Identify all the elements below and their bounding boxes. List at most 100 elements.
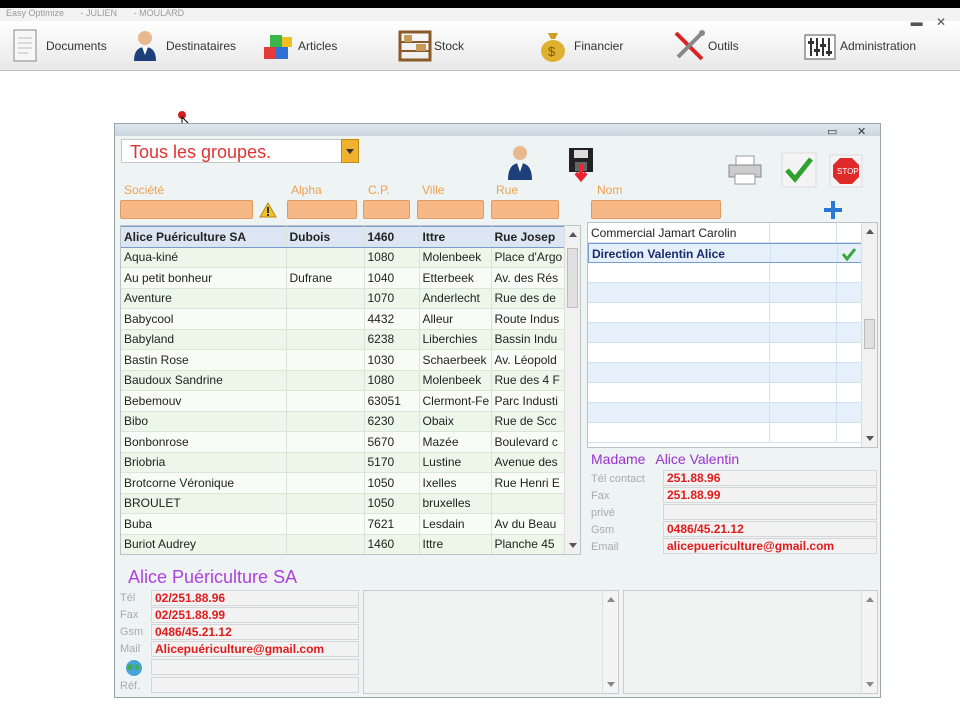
table-row[interactable]: BROULET 1050 bruxelles — [121, 493, 565, 514]
company-gsm-label: Gsm — [120, 626, 144, 638]
table-row[interactable]: Bonbonrose 5670 Mazée Boulevard c — [121, 431, 565, 453]
globe-icon[interactable] — [124, 659, 144, 682]
empty-row[interactable] — [588, 303, 877, 323]
table-row[interactable]: Bastin Rose 1030 Schaerbeek Av. Léopold — [121, 349, 565, 371]
scroll-down-icon[interactable] — [866, 436, 874, 441]
contact-email-field[interactable]: alicepuericulture@gmail.com — [663, 538, 877, 554]
filter-input-ville[interactable] — [417, 200, 484, 219]
company-grid-scrollbar[interactable] — [564, 226, 580, 554]
empty-row[interactable] — [588, 263, 877, 283]
memo-scrollbar[interactable] — [861, 591, 877, 693]
contact-prive-label: privé — [591, 507, 615, 519]
menu-documents[interactable]: Documents — [10, 25, 107, 67]
contact-fullname: Alice Valentin — [655, 451, 740, 467]
empty-row[interactable] — [588, 323, 877, 343]
company-table: Alice Puériculture SA Dubois 1460 Ittre Rue … — [121, 226, 565, 554]
cell-societe: Bibo — [121, 411, 287, 432]
cell-societe: Bebemouv — [121, 390, 287, 412]
empty-row[interactable] — [588, 403, 877, 423]
table-row[interactable]: Alice Puériculture SA Dubois 1460 Ittre Rue … — [121, 226, 565, 248]
column-divider — [836, 403, 837, 422]
menu-stock[interactable]: Stock — [398, 25, 464, 67]
stop-icon[interactable]: STOP — [829, 154, 863, 193]
scroll-thumb[interactable] — [567, 248, 578, 308]
scroll-down-icon[interactable] — [866, 682, 874, 687]
contact-fax-field[interactable]: 251.88.99 — [663, 487, 877, 503]
contact-row[interactable]: Commercial Jamart Carolin — [588, 223, 877, 243]
person-icon — [130, 29, 160, 63]
menu-destinataires[interactable]: Destinataires — [130, 25, 236, 67]
table-row[interactable]: Babycool 4432 Alleur Route Indus — [121, 308, 565, 330]
cell-cp: 1040 — [364, 267, 420, 289]
empty-row[interactable] — [588, 283, 877, 303]
table-row[interactable]: Au petit bonheur Dufrane 1040 Etterbeek Av. … — [121, 267, 565, 289]
empty-row[interactable] — [588, 343, 877, 363]
table-row[interactable]: Buriot Audrey 1460 Ittre Planche 45 — [121, 534, 565, 554]
group-select[interactable]: Tous les groupes. — [121, 139, 359, 163]
table-row[interactable]: Buba 7621 Lesdain Av du Beau — [121, 513, 565, 535]
contact-grid[interactable]: Commercial Jamart Carolin Direction Valen… — [587, 222, 878, 448]
company-ref-field[interactable] — [151, 677, 359, 693]
company-tel-field[interactable]: 02/251.88.96 — [151, 590, 359, 606]
table-row[interactable]: Aqua-kiné 1080 Molenbeek Place d'Argo — [121, 247, 565, 268]
contact-notes-memo[interactable] — [623, 590, 878, 694]
scroll-up-icon[interactable] — [607, 597, 615, 602]
company-fax-field[interactable]: 02/251.88.99 — [151, 607, 359, 623]
empty-row[interactable] — [588, 363, 877, 383]
scroll-up-icon[interactable] — [866, 597, 874, 602]
memo-scrollbar[interactable] — [602, 591, 618, 693]
validate-check-icon[interactable] — [781, 152, 817, 193]
cell-rue: Av. Léopold — [491, 349, 565, 371]
contact-grid-scrollbar[interactable] — [861, 223, 877, 447]
filter-input-societe[interactable] — [120, 200, 253, 219]
table-row[interactable]: Bibo 6230 Obaix Rue de Scc — [121, 411, 565, 432]
window-minimize-icon[interactable]: ▭ — [827, 125, 837, 138]
company-fax-label: Fax — [120, 609, 139, 621]
table-row[interactable]: Briobria 5170 Lustine Avenue des — [121, 452, 565, 473]
filter-label-cp: C.P. — [368, 183, 390, 197]
printer-icon[interactable] — [727, 154, 763, 191]
contact-row-label: Direction Valentin Alice — [592, 247, 725, 261]
menu-outils[interactable]: Outils — [672, 25, 739, 67]
filter-label-societe: Société — [124, 183, 165, 197]
scroll-down-icon[interactable] — [607, 682, 615, 687]
contact-person-icon[interactable] — [505, 144, 535, 187]
filter-input-alpha[interactable] — [287, 200, 357, 219]
table-row[interactable]: Brotcorne Véronique 1050 Ixelles Rue Henri … — [121, 472, 565, 494]
filter-input-cp[interactable] — [363, 200, 410, 219]
contact-gsm-field[interactable]: 0486/45.21.12 — [663, 521, 877, 537]
company-grid[interactable]: Alice Puériculture SA Dubois 1460 Ittre Rue … — [120, 225, 581, 555]
scroll-up-icon[interactable] — [866, 229, 874, 234]
contact-prive-field[interactable] — [663, 504, 877, 520]
chevron-down-icon[interactable] — [341, 139, 359, 163]
filter-input-rue[interactable] — [491, 200, 559, 219]
contact-tel-label: Tél contact — [591, 473, 645, 485]
contact-row[interactable]: Direction Valentin Alice — [588, 243, 877, 263]
company-gsm-field[interactable]: 0486/45.21.12 — [151, 624, 359, 640]
close-icon[interactable]: ✕ — [936, 15, 946, 29]
filter-input-nom[interactable] — [591, 200, 721, 219]
empty-row[interactable] — [588, 423, 877, 443]
cell-cp: 5670 — [364, 431, 420, 453]
table-row[interactable]: Babyland 6238 Liberchies Bassin Indu — [121, 329, 565, 350]
scroll-thumb[interactable] — [864, 319, 875, 349]
save-icon[interactable] — [567, 146, 595, 189]
company-notes-memo[interactable] — [363, 590, 619, 694]
company-tel-label: Tél — [120, 592, 136, 604]
company-web-field[interactable] — [151, 659, 359, 675]
menu-articles[interactable]: Articles — [262, 25, 337, 67]
scroll-up-icon[interactable] — [569, 232, 577, 237]
contact-tel-field[interactable]: 251.88.96 — [663, 470, 877, 486]
table-row[interactable]: Bebemouv 63051 Clermont-Fe Parc Industi — [121, 390, 565, 412]
scroll-down-icon[interactable] — [569, 543, 577, 548]
table-row[interactable]: Aventure 1070 Anderlecht Rue des de — [121, 288, 565, 309]
cell-rue: Place d'Argo — [491, 247, 565, 268]
table-row[interactable]: Baudoux Sandrine 1080 Molenbeek Rue des 4 F — [121, 370, 565, 391]
menu-administration[interactable]: Administration — [804, 25, 916, 67]
company-mail-field[interactable]: Alicepuériculture@gmail.com — [151, 641, 359, 657]
cell-ville: Clermont-Fe — [419, 390, 492, 412]
cell-societe: BROULET — [121, 493, 287, 514]
empty-row[interactable] — [588, 383, 877, 403]
menu-financier[interactable]: $ Financier — [538, 25, 623, 67]
window-close-icon[interactable]: ✕ — [857, 125, 866, 138]
